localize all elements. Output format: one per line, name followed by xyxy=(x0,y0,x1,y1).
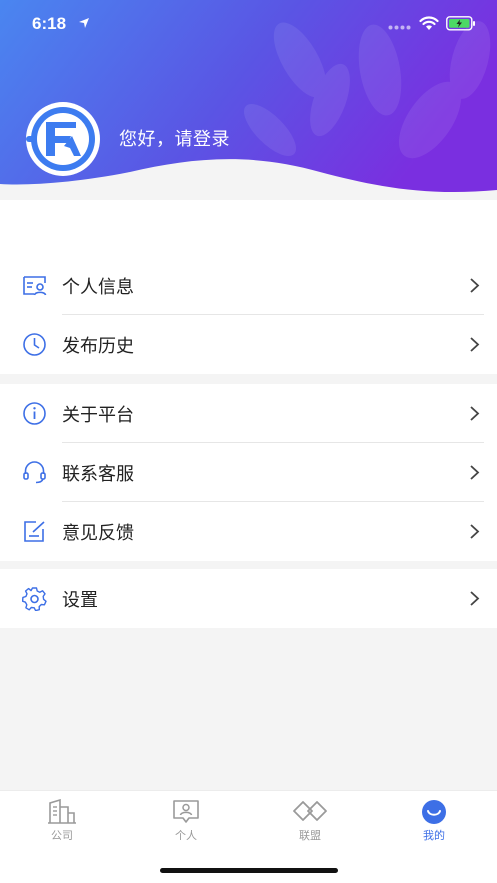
menu-item-settings[interactable]: 设置 xyxy=(0,569,497,628)
menu-item-publish-history[interactable]: 发布历史 xyxy=(0,315,497,374)
tab-label: 联盟 xyxy=(299,829,321,842)
home-indicator xyxy=(160,868,338,873)
chevron-right-icon xyxy=(470,591,480,606)
chevron-right-icon xyxy=(470,278,480,293)
menu-item-about[interactable]: 关于平台 xyxy=(0,384,497,443)
profile-header: 6:18 您好，请登录 xyxy=(0,0,497,200)
menu-item-label: 设置 xyxy=(62,590,98,611)
menu-item-label: 关于平台 xyxy=(62,405,134,426)
signal-icon xyxy=(388,25,411,30)
header-spacer xyxy=(0,200,497,256)
tab-alliance[interactable]: 联盟 xyxy=(270,799,350,843)
chevron-right-icon xyxy=(470,406,480,421)
clock-icon xyxy=(23,333,46,356)
location-arrow-icon xyxy=(79,18,89,28)
smile-icon xyxy=(422,800,446,824)
headset-icon xyxy=(23,461,46,484)
tab-label: 公司 xyxy=(51,829,73,842)
login-prompt[interactable]: 您好，请登录 xyxy=(119,125,230,151)
wifi-icon xyxy=(419,16,439,30)
avatar-logo[interactable] xyxy=(24,100,102,178)
menu-item-label: 发布历史 xyxy=(62,336,134,357)
menu-group-support: 关于平台 联系客服 意见反馈 xyxy=(0,384,497,561)
feedback-edit-icon xyxy=(24,521,45,542)
tab-label: 我的 xyxy=(423,829,445,842)
alliance-icon xyxy=(293,801,327,821)
menu-item-label: 联系客服 xyxy=(62,464,134,485)
id-card-icon xyxy=(23,276,47,296)
building-icon xyxy=(48,799,76,824)
gear-icon xyxy=(22,587,47,611)
status-time: 6:18 xyxy=(32,14,67,33)
menu-item-label: 个人信息 xyxy=(62,277,134,298)
menu-item-personal-info[interactable]: 个人信息 xyxy=(0,256,497,315)
chevron-right-icon xyxy=(470,465,480,480)
menu-group-account: 个人信息 发布历史 xyxy=(0,256,497,374)
battery-icon xyxy=(446,16,475,31)
menu-item-label: 意见反馈 xyxy=(62,523,134,544)
menu-item-contact-support[interactable]: 联系客服 xyxy=(0,443,497,502)
info-icon xyxy=(23,402,46,425)
menu-item-feedback[interactable]: 意见反馈 xyxy=(0,502,497,561)
person-icon xyxy=(173,800,199,823)
tab-company[interactable]: 公司 xyxy=(22,799,102,843)
status-bar: 6:18 xyxy=(0,0,497,48)
chevron-right-icon xyxy=(470,524,480,539)
tab-mine[interactable]: 我的 xyxy=(394,799,474,843)
chevron-right-icon xyxy=(470,337,480,352)
tab-label: 个人 xyxy=(175,829,197,842)
tab-personal[interactable]: 个人 xyxy=(146,799,226,843)
menu-group-settings: 设置 xyxy=(0,569,497,628)
